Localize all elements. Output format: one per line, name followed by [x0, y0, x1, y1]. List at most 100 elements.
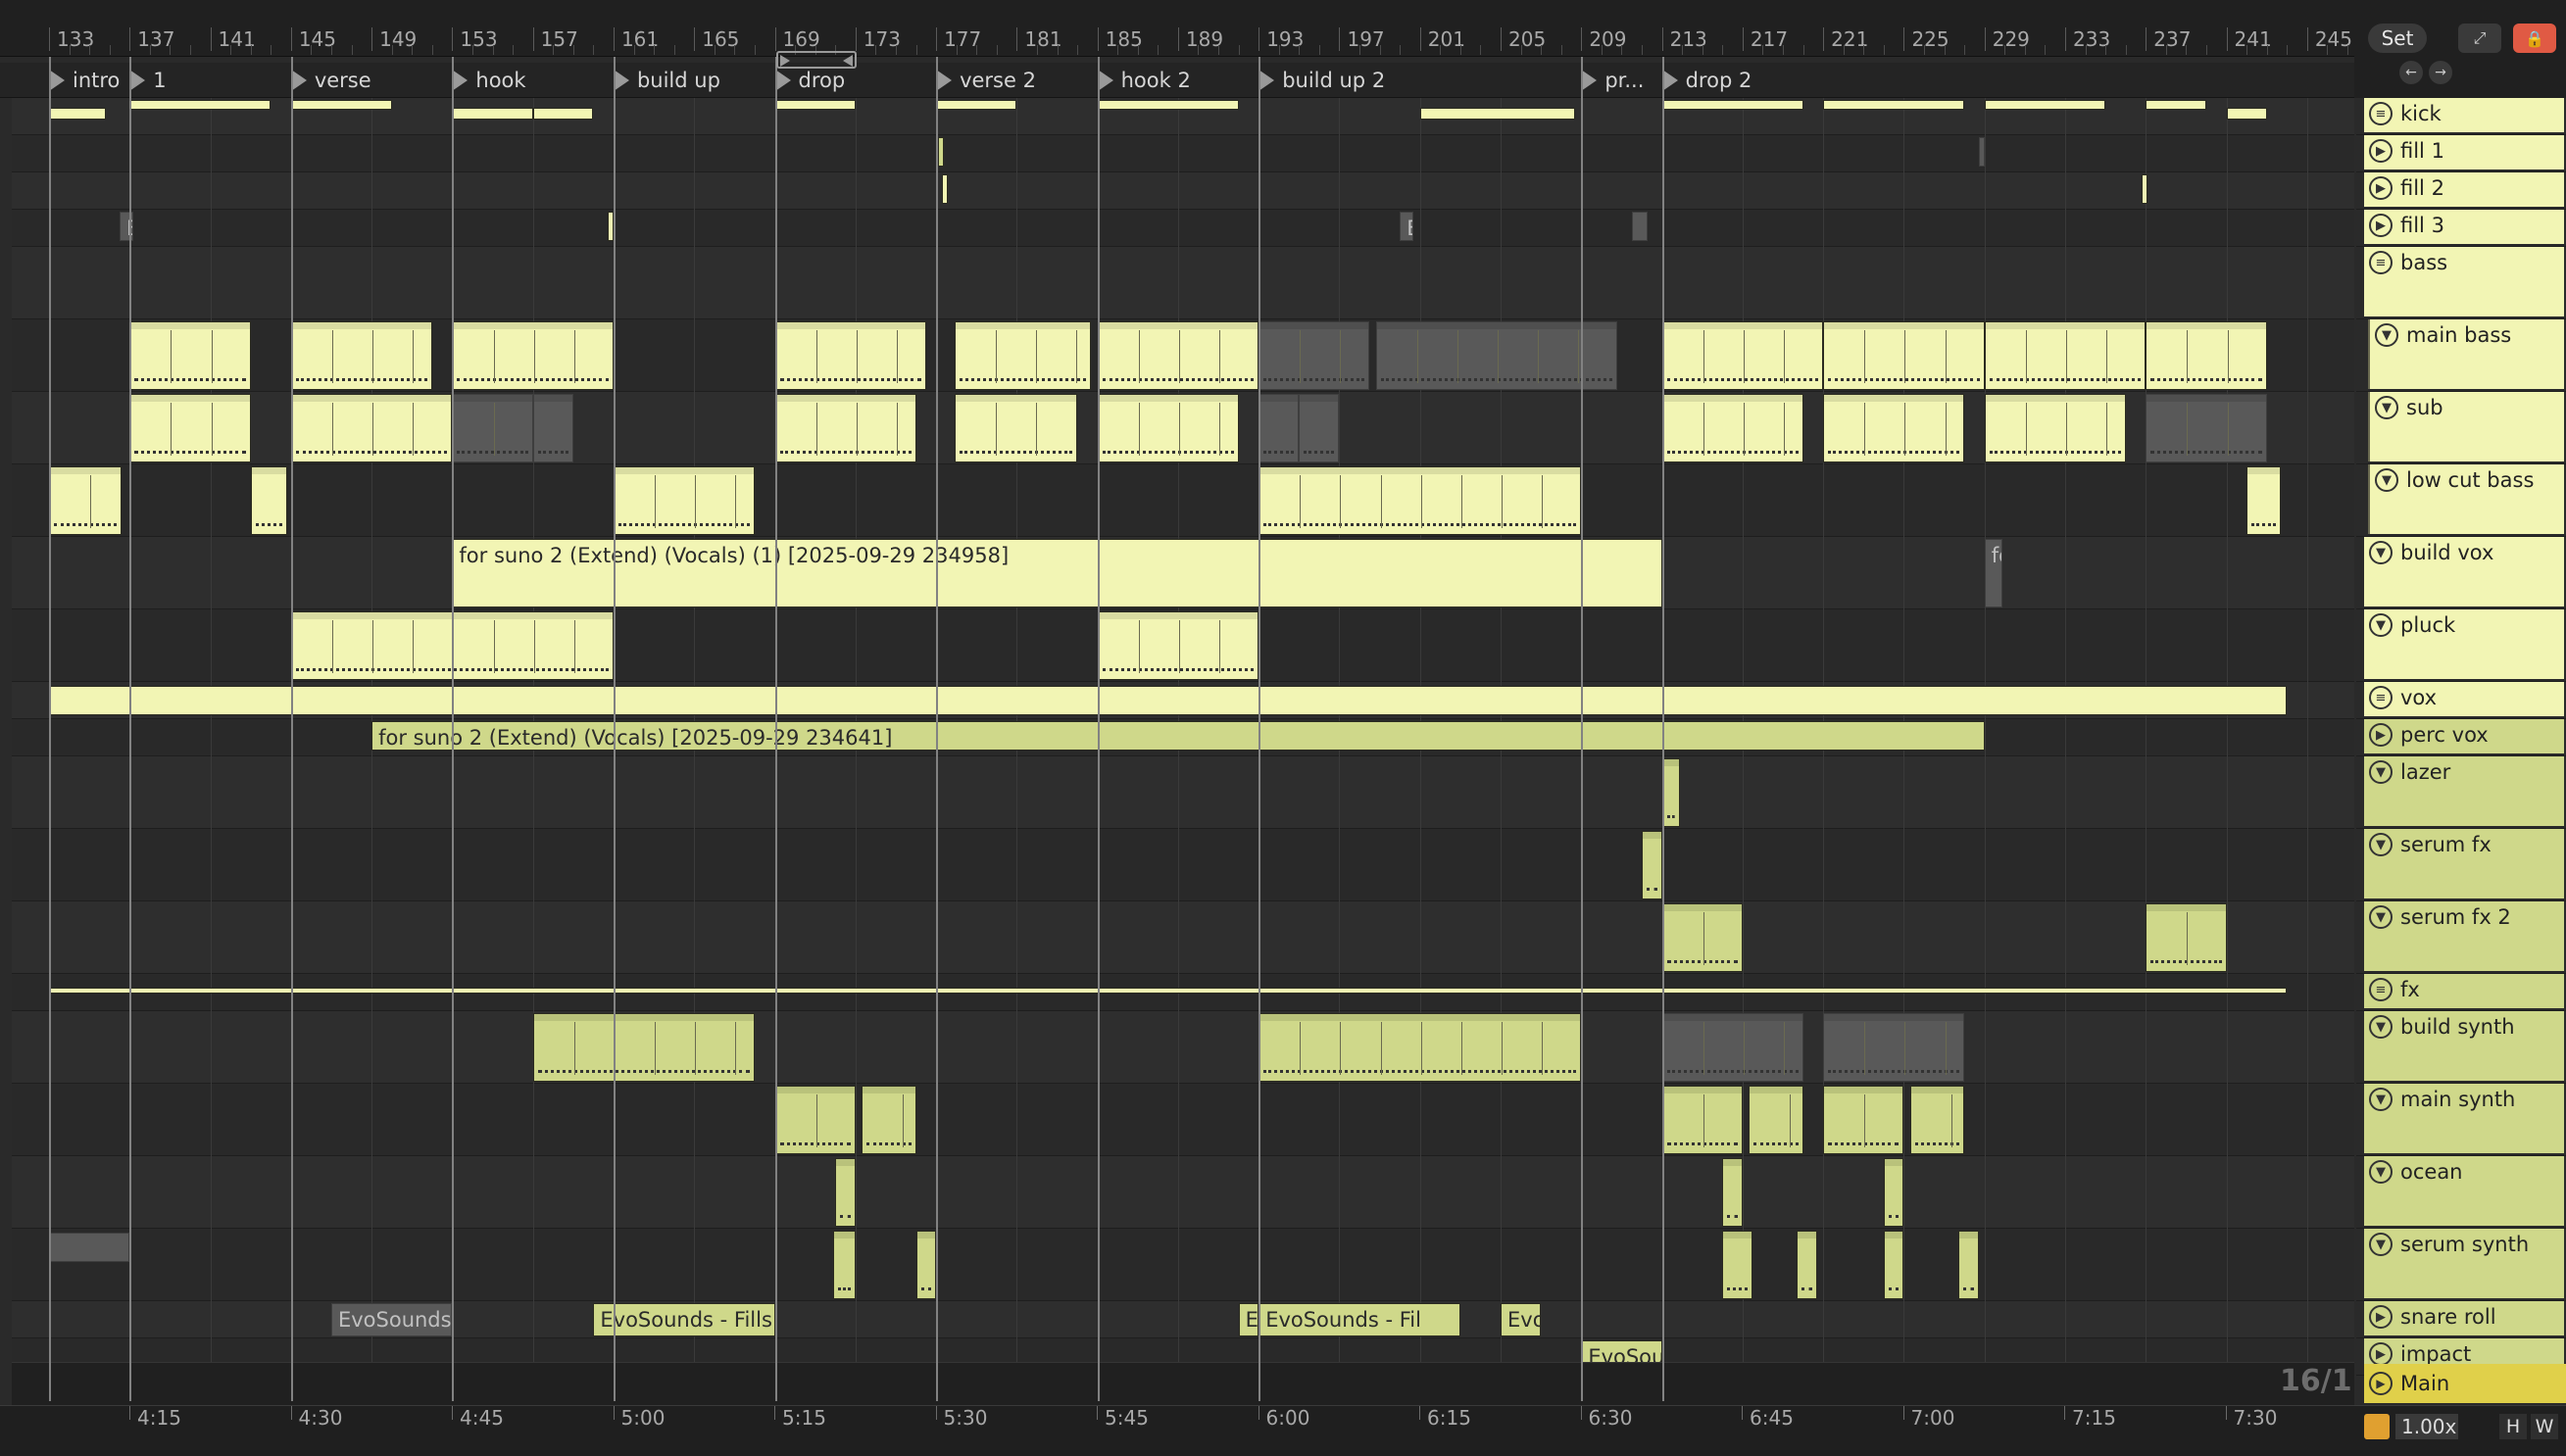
track-lane[interactable]: [12, 901, 2354, 974]
clip[interactable]: [915, 1231, 937, 1299]
track-header-body[interactable]: ▼ low cut bass: [2368, 464, 2564, 534]
clip[interactable]: [942, 174, 949, 204]
clip[interactable]: [1258, 321, 1370, 390]
clip[interactable]: [129, 394, 251, 462]
h-button[interactable]: H: [2499, 1414, 2527, 1439]
play-icon[interactable]: ▶: [2369, 176, 2393, 200]
list-icon[interactable]: ≡: [2369, 102, 2393, 125]
clip[interactable]: [1984, 394, 2126, 462]
track-lane[interactable]: [12, 1156, 2354, 1229]
clip[interactable]: [2146, 321, 2267, 390]
fold-icon[interactable]: ▼: [2369, 1015, 2393, 1039]
clip[interactable]: [774, 321, 926, 390]
track-header-bass[interactable]: ≡ bass: [2356, 247, 2566, 319]
clip[interactable]: [1299, 394, 1340, 462]
clip[interactable]: [1984, 321, 2147, 390]
clip[interactable]: EvoSounds - Fills -: [593, 1303, 775, 1336]
track-header-sub[interactable]: ▼ sub: [2356, 392, 2566, 464]
overview-strip[interactable]: [12, 1362, 2354, 1405]
fold-icon[interactable]: ▼: [2375, 323, 2398, 347]
track-header-body[interactable]: ▶ perc vox: [2364, 719, 2564, 753]
clip[interactable]: [1823, 1086, 1904, 1154]
track-header-body[interactable]: ▼ serum synth: [2364, 1229, 2564, 1298]
clip[interactable]: [290, 394, 453, 462]
track-lane[interactable]: [12, 756, 2354, 829]
time-ruler[interactable]: 1.00x H W 4:15 4:30 4:45 5:00 5:15 5:30 5:45 6:…: [0, 1405, 2566, 1456]
clip[interactable]: [452, 394, 533, 462]
locator[interactable]: 1: [129, 67, 287, 94]
clip[interactable]: [452, 321, 614, 390]
track-lane[interactable]: [12, 172, 2354, 210]
clip[interactable]: [607, 212, 614, 241]
track-header-main[interactable]: ▶ Main: [2364, 1364, 2566, 1403]
clip[interactable]: [49, 988, 2288, 994]
list-icon[interactable]: ≡: [2369, 251, 2393, 274]
track-header-low-cut-bass[interactable]: ▼ low cut bass: [2356, 464, 2566, 537]
track-header-body[interactable]: ▶ fill 3: [2364, 210, 2564, 244]
track-header-build-vox[interactable]: ▼ build vox: [2356, 537, 2566, 609]
clip[interactable]: [49, 686, 2288, 715]
track-header-fill-1[interactable]: ▶ fill 1: [2356, 135, 2566, 172]
track-header-body[interactable]: ▼ build vox: [2364, 537, 2564, 607]
track-header-body[interactable]: ▼ ocean: [2364, 1156, 2564, 1226]
locator[interactable]: drop: [774, 67, 933, 94]
locator[interactable]: build up 2: [1258, 67, 1577, 94]
track-header-body[interactable]: ▼ serum fx 2: [2364, 901, 2564, 971]
clip[interactable]: [861, 1086, 916, 1154]
fold-icon[interactable]: ▼: [2369, 541, 2393, 564]
mixer-toggle-icon[interactable]: [2364, 1414, 2390, 1439]
play-icon[interactable]: ▶: [2369, 723, 2393, 747]
clip[interactable]: [1097, 321, 1259, 390]
locator[interactable]: build up: [613, 67, 771, 94]
track-header-main-synth[interactable]: ▼ main synth: [2356, 1084, 2566, 1156]
clip[interactable]: [1642, 831, 1662, 899]
track-lane[interactable]: [12, 210, 2354, 247]
locator[interactable]: hook 2: [1097, 67, 1256, 94]
clip[interactable]: [1661, 758, 1681, 827]
clip[interactable]: [1823, 1013, 1965, 1082]
clip[interactable]: [290, 611, 614, 680]
fold-icon[interactable]: ▼: [2369, 613, 2393, 637]
track-lane[interactable]: [12, 247, 2354, 319]
clip[interactable]: [833, 1231, 856, 1299]
list-icon[interactable]: ≡: [2369, 978, 2393, 1001]
track-header-body[interactable]: ▼ serum fx: [2364, 829, 2564, 898]
track-header-kick[interactable]: ≡ kick: [2356, 98, 2566, 135]
w-button[interactable]: W: [2531, 1414, 2558, 1439]
clip[interactable]: [835, 1158, 856, 1227]
track-header-body[interactable]: ▼ lazer: [2364, 756, 2564, 826]
clip[interactable]: [2146, 394, 2267, 462]
track-header-body[interactable]: ▼ build synth: [2364, 1011, 2564, 1081]
clip[interactable]: [1984, 100, 2106, 110]
track-header-serum-fx[interactable]: ▼ serum fx: [2356, 829, 2566, 901]
clip[interactable]: [1883, 1231, 1904, 1299]
clip[interactable]: [1823, 321, 1985, 390]
clip[interactable]: [1661, 394, 1803, 462]
track-header-body[interactable]: ▶ snare roll: [2364, 1301, 2564, 1335]
play-icon[interactable]: ▶: [2369, 1305, 2393, 1329]
track-lane[interactable]: [12, 464, 2354, 537]
track-header-ocean[interactable]: ▼ ocean: [2356, 1156, 2566, 1229]
locator-row[interactable]: intro 1 verse hook build up drop verse 2 hook 2…: [0, 63, 2354, 98]
track-lane[interactable]: [12, 1011, 2354, 1084]
clip[interactable]: [1797, 1231, 1817, 1299]
track-header-body[interactable]: ≡ fx: [2364, 974, 2564, 1008]
clip[interactable]: [1978, 137, 1985, 167]
track-header-build-synth[interactable]: ▼ build synth: [2356, 1011, 2566, 1084]
loop-brace[interactable]: [776, 51, 857, 69]
locator[interactable]: intro: [49, 67, 125, 94]
clip[interactable]: [1823, 100, 1965, 110]
clip[interactable]: Evo: [1501, 1303, 1542, 1336]
fold-icon[interactable]: ▼: [2369, 905, 2393, 929]
track-header-serum-fx-2[interactable]: ▼ serum fx 2: [2356, 901, 2566, 974]
play-icon[interactable]: ▶: [2369, 1342, 2393, 1366]
clip[interactable]: [1258, 466, 1582, 535]
fold-icon[interactable]: ▼: [2369, 1088, 2393, 1111]
forward-arrow-icon[interactable]: →: [2429, 61, 2452, 84]
lock-icon[interactable]: 🔒: [2513, 24, 2556, 53]
clip[interactable]: [774, 1086, 856, 1154]
expand-icon[interactable]: ⤢: [2458, 24, 2501, 53]
clip[interactable]: [774, 100, 856, 110]
clip[interactable]: [532, 108, 594, 120]
clip[interactable]: [1909, 1086, 1965, 1154]
